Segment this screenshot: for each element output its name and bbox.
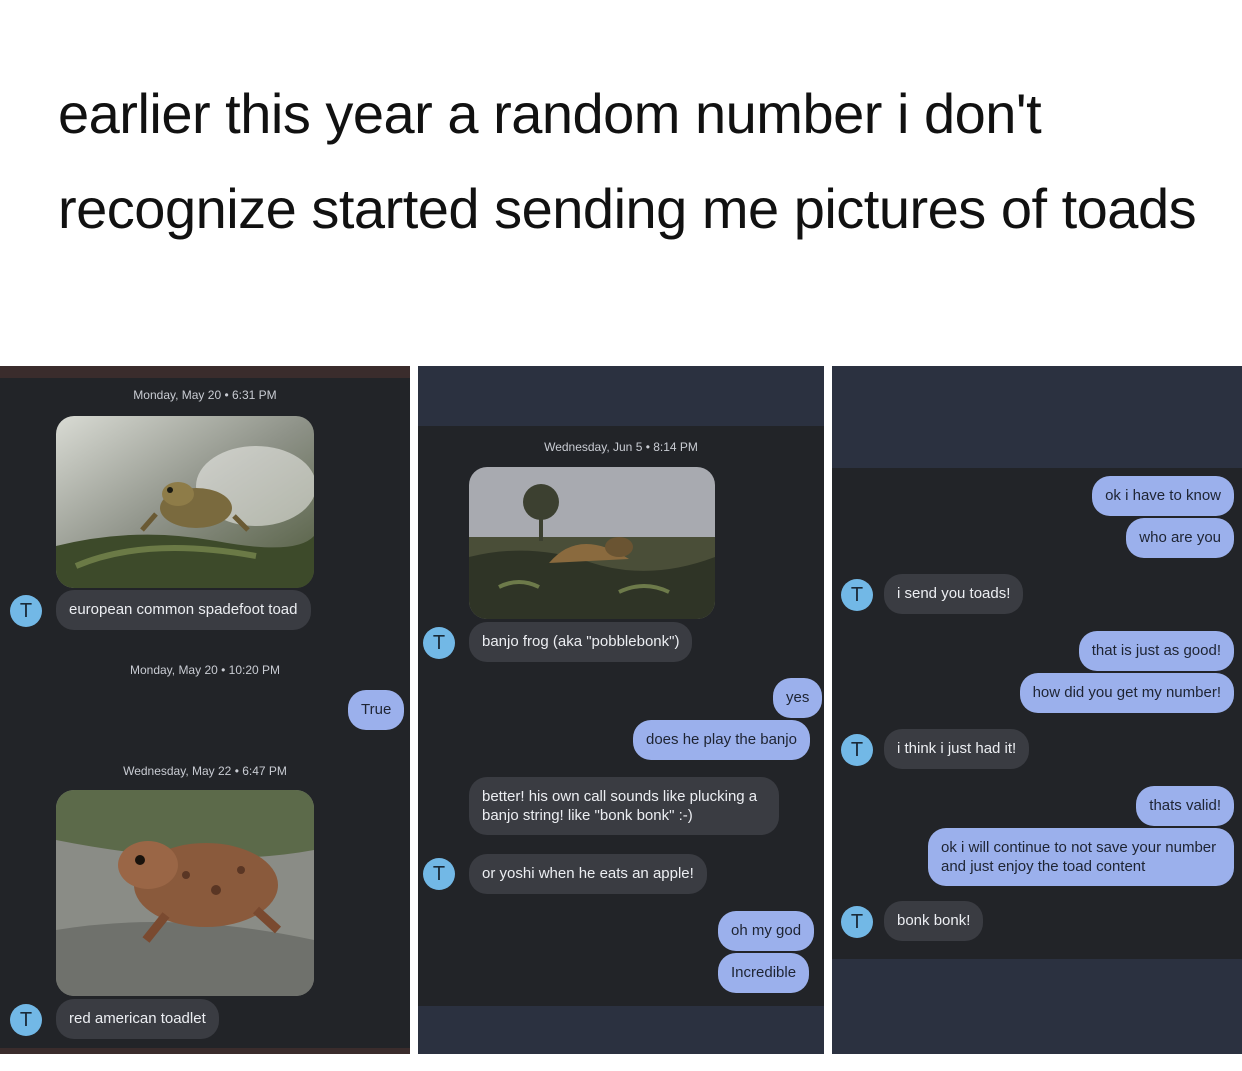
footer-strip <box>832 959 1242 1054</box>
outgoing-message: thats valid! <box>1136 786 1234 826</box>
post-caption: earlier this year a random number i don'… <box>58 82 1197 240</box>
toad-photo-toadlet[interactable] <box>56 790 314 996</box>
incoming-message: better! his own call sounds like pluckin… <box>469 777 779 835</box>
contact-avatar: T <box>423 627 455 659</box>
contact-avatar: T <box>423 858 455 890</box>
timestamp: Wednesday, Jun 5 • 8:14 PM <box>544 440 698 454</box>
outgoing-message: Incredible <box>718 953 810 993</box>
contact-avatar: T <box>841 906 873 938</box>
chat-panel-3: ok i have to know who are you T i send y… <box>832 366 1242 1054</box>
timestamp: Monday, May 20 • 6:31 PM <box>133 388 277 402</box>
banjo-frog-image <box>469 467 715 619</box>
outgoing-message: True <box>348 690 405 730</box>
outgoing-message: ok i have to know <box>1092 476 1234 516</box>
contact-avatar: T <box>10 595 42 627</box>
outgoing-message: that is just as good! <box>1078 631 1234 671</box>
header-strip <box>832 366 1242 468</box>
incoming-message: european common spadefoot toad <box>56 590 311 630</box>
header-strip <box>418 366 824 426</box>
incoming-message: bonk bonk! <box>884 901 984 941</box>
chat-panel-1: Monday, May 20 • 6:31 PM T european comm… <box>0 366 410 1054</box>
incoming-message: or yoshi when he eats an apple! <box>469 854 707 894</box>
outgoing-message: how did you get my number! <box>1019 673 1234 713</box>
incoming-message: banjo frog (aka "pobblebonk") <box>469 622 693 662</box>
contact-avatar: T <box>841 734 873 766</box>
incoming-message: i think i just had it! <box>884 729 1030 769</box>
outgoing-message: does he play the banjo <box>633 720 810 760</box>
outgoing-message: oh my god <box>718 911 815 951</box>
chat-panel-2: Wednesday, Jun 5 • 8:14 PM T banjo frog … <box>418 366 824 1054</box>
status-strip <box>0 366 410 378</box>
spadefoot-toad-image <box>56 416 314 588</box>
timestamp: Wednesday, May 22 • 6:47 PM <box>123 764 287 778</box>
incoming-message: i send you toads! <box>884 574 1024 614</box>
toadlet-image <box>56 790 314 996</box>
outgoing-message: ok i will continue to not save your numb… <box>928 828 1234 886</box>
outgoing-message: who are you <box>1126 518 1234 558</box>
incoming-message: red american toadlet <box>56 999 219 1039</box>
contact-avatar: T <box>10 1004 42 1036</box>
outgoing-message: yes <box>773 678 823 718</box>
timestamp: Monday, May 20 • 10:20 PM <box>129 663 281 677</box>
footer-strip <box>418 1006 824 1054</box>
frog-photo-banjo[interactable] <box>469 467 715 619</box>
contact-avatar: T <box>841 579 873 611</box>
bottom-strip <box>0 1048 410 1054</box>
toad-photo-spadefoot[interactable] <box>56 416 314 588</box>
